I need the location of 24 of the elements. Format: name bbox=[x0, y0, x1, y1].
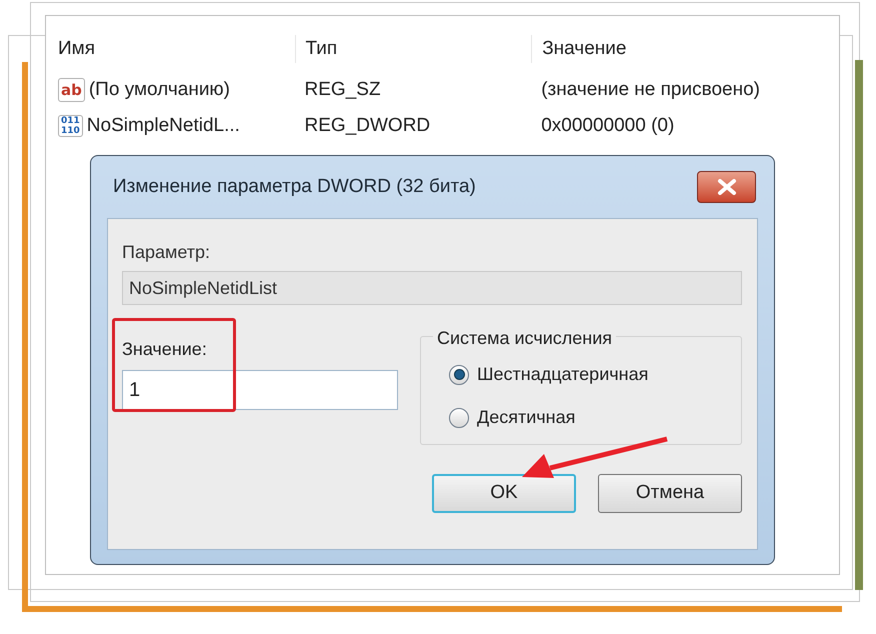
value-name[interactable]: (По умолчанию) bbox=[88, 76, 230, 104]
value-data: 0x00000000 (0) bbox=[541, 114, 674, 136]
value-data: (значение не присвоено) bbox=[541, 78, 760, 100]
column-header[interactable]: Тип bbox=[306, 38, 338, 59]
value-type: REG_DWORD bbox=[304, 114, 430, 136]
dialog-title: Изменение параметра DWORD (32 бита) bbox=[113, 174, 476, 199]
ok-button[interactable]: OK bbox=[432, 474, 576, 513]
cancel-button[interactable]: Отмена bbox=[598, 474, 742, 513]
value-name[interactable]: NoSimpleNetidL... bbox=[86, 112, 240, 140]
value-type: REG_SZ bbox=[304, 78, 381, 100]
parameter-field[interactable]: NoSimpleNetidList bbox=[122, 271, 742, 305]
close-icon bbox=[716, 179, 736, 195]
radio-label[interactable]: Десятичная bbox=[477, 404, 576, 431]
parameter-label: Параметр: bbox=[122, 241, 212, 264]
value-label: Значение: bbox=[122, 338, 208, 361]
column-header[interactable]: Значение bbox=[542, 38, 626, 59]
string-value-icon: ab bbox=[58, 78, 85, 102]
column-header[interactable]: Имя bbox=[58, 38, 96, 59]
close-button[interactable] bbox=[697, 171, 756, 203]
binary-value-icon: 011 110 bbox=[58, 115, 83, 137]
radio-label[interactable]: Шестнадцатеричная bbox=[477, 361, 648, 388]
value-field[interactable]: 1 bbox=[122, 370, 398, 410]
radio-button[interactable] bbox=[449, 364, 469, 384]
radio-button[interactable] bbox=[449, 408, 469, 428]
